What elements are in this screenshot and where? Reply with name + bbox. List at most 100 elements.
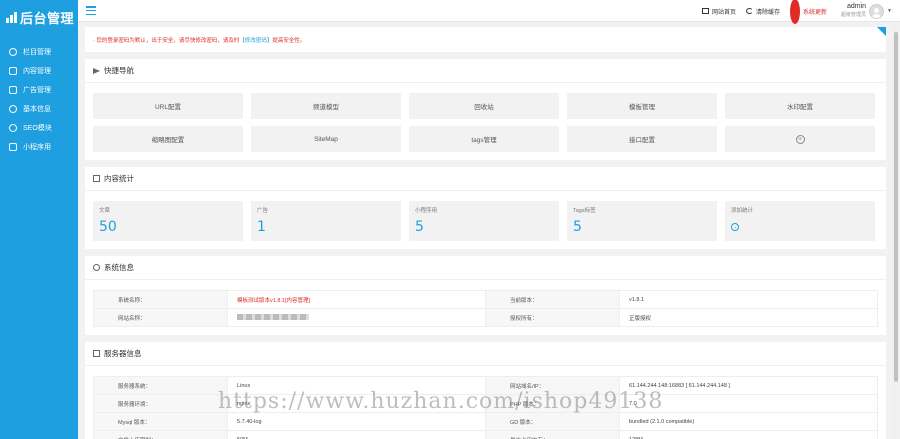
quick-nav-recycle-bin[interactable]: 回收站 xyxy=(409,93,559,119)
scrollbar-thumb[interactable] xyxy=(894,32,898,382)
stat-label: 小程序用 xyxy=(415,208,438,214)
redacted-text xyxy=(237,313,310,320)
stat-label: 添加统计 xyxy=(731,208,754,214)
sidebar-item-content[interactable]: 内容管理 xyxy=(0,61,78,80)
watermark: https://www.huzhan.com/ishop49138 xyxy=(218,389,664,414)
system-info-title: 系统信息 xyxy=(104,263,134,272)
sidebar-item-label: 栏目管理 xyxy=(23,48,51,56)
alert-suffix: 提高安全性。 xyxy=(272,37,306,44)
stat-tags[interactable]: Tags标签 5 xyxy=(567,201,717,241)
table-key: 授权所有： xyxy=(484,308,621,327)
sidebar-item-label: SEO模块 xyxy=(23,124,52,132)
sidebar-nav: 栏目管理 内容管理 广告管理 基本信息 SEO模块 小程序用 xyxy=(0,42,78,156)
layers-icon xyxy=(9,47,17,56)
scrollbar[interactable] xyxy=(892,22,900,439)
quick-nav-add-button[interactable]: + xyxy=(725,126,875,152)
top-links: 网站首页 清除缓存 系统更新 admin 超级管理员 ▼ xyxy=(701,0,892,24)
stat-value: 50 xyxy=(99,219,117,235)
table-key: 服务器环境： xyxy=(92,394,229,413)
site-name-value xyxy=(227,308,486,327)
alert-text: · 您的登录密码为默认，出于安全，请尽快修改密码，请及时 xyxy=(93,37,240,44)
chart-icon xyxy=(93,175,100,182)
main-content: · 您的登录密码为默认，出于安全，请尽快修改密码，请及时 【修改密码】 提高安全… xyxy=(85,27,886,439)
sidebar-item-column[interactable]: 栏目管理 xyxy=(0,42,78,61)
table-key: 文件上传限制： xyxy=(92,430,229,439)
quick-nav-channel-model[interactable]: 频道模型 xyxy=(251,93,401,119)
seo-icon xyxy=(9,123,17,132)
sidebar-item-seo[interactable]: SEO模块 xyxy=(0,118,78,137)
table-row: 文件上传限制： 50M 最大占用内存： 128M xyxy=(92,430,878,439)
megaphone-icon xyxy=(9,85,17,94)
stat-label: 文章 xyxy=(99,208,111,214)
server-info-title: 服务器信息 xyxy=(104,349,142,358)
table-value: 正版授权 xyxy=(619,308,878,327)
stat-value: 5 xyxy=(415,219,424,235)
table-row: 网站名称： 授权所有： 正版授权 xyxy=(92,308,878,327)
grid-icon xyxy=(9,142,17,151)
stat-value: 1 xyxy=(257,219,266,235)
logo-bars-icon xyxy=(6,11,17,23)
change-password-link[interactable]: 【修改密码】 xyxy=(239,36,272,44)
quick-nav-card: 快捷导航 URL配置 频道模型 回收站 模板管理 水印配置 缩略图配置 Site… xyxy=(85,59,886,160)
plus-icon: + xyxy=(795,134,805,144)
send-icon xyxy=(93,67,100,74)
table-key: 当前版本： xyxy=(484,290,621,309)
sidebar-item-label: 基本信息 xyxy=(23,105,51,113)
corner-fold-icon[interactable] xyxy=(877,27,886,36)
sidebar-item-label: 广告管理 xyxy=(23,86,51,94)
table-key: GD 版本： xyxy=(484,412,621,431)
user-name: admin xyxy=(846,3,867,10)
sidebar-item-label: 小程序用 xyxy=(23,143,51,151)
home-link-label: 网站首页 xyxy=(711,9,736,16)
avatar[interactable] xyxy=(869,3,885,19)
alert-icon xyxy=(790,0,801,24)
table-value: bundled (2.1.0 compatible) xyxy=(619,412,878,431)
gear-icon xyxy=(9,104,17,113)
user-text: admin 超级管理员 xyxy=(841,3,866,19)
password-alert: · 您的登录密码为默认，出于安全，请尽快修改密码，请及时 【修改密码】 提高安全… xyxy=(85,27,886,52)
sidebar-item-label: 内容管理 xyxy=(23,67,51,75)
sidebar-item-miniapp[interactable]: 小程序用 xyxy=(0,137,78,156)
quick-nav-url-config[interactable]: URL配置 xyxy=(93,93,243,119)
table-value: 50M xyxy=(227,430,486,439)
clear-cache-link[interactable]: 清除缓存 xyxy=(746,7,780,16)
stat-value: 5 xyxy=(573,219,582,235)
stats-card: 内容统计 文章 50 广告 1 小程序用 5 Tags标签 5 添加统计 xyxy=(85,167,886,249)
quick-nav-title: 快捷导航 xyxy=(104,66,134,75)
chevron-down-icon[interactable]: ▼ xyxy=(887,8,892,14)
document-icon xyxy=(9,66,17,75)
quick-nav-header: 快捷导航 xyxy=(85,59,886,83)
quick-nav-watermark-config[interactable]: 水印配置 xyxy=(725,93,875,119)
stat-add[interactable]: 添加统计 xyxy=(725,201,875,241)
stats-title: 内容统计 xyxy=(104,174,134,183)
system-name-value[interactable]: 模板测试版本v1.8.1[内容管理] xyxy=(227,290,486,309)
user-menu[interactable]: admin 超级管理员 ▼ xyxy=(841,3,892,19)
system-update-label: 系统更新 xyxy=(803,9,828,16)
stat-ads[interactable]: 广告 1 xyxy=(251,201,401,241)
stat-articles[interactable]: 文章 50 xyxy=(93,201,243,241)
stats-grid: 文章 50 广告 1 小程序用 5 Tags标签 5 添加统计 xyxy=(93,201,878,241)
quick-nav-sitemap[interactable]: SiteMap xyxy=(251,126,401,152)
home-link[interactable]: 网站首页 xyxy=(701,7,736,16)
table-key: 最大占用内存： xyxy=(484,430,621,439)
system-info-table: 系统名称： 模板测试版本v1.8.1[内容管理] 当前版本： v1.8.1 网站… xyxy=(92,290,878,327)
sidebar-item-ads[interactable]: 广告管理 xyxy=(0,80,78,99)
logo[interactable]: 后台管理 xyxy=(0,0,78,34)
sidebar-item-basic-info[interactable]: 基本信息 xyxy=(0,99,78,118)
menu-toggle-icon[interactable] xyxy=(86,6,96,16)
quick-nav-api-config[interactable]: 接口配置 xyxy=(567,126,717,152)
clear-cache-label: 清除缓存 xyxy=(756,9,781,16)
quick-nav-thumbnail-config[interactable]: 缩略图配置 xyxy=(93,126,243,152)
stat-miniapp[interactable]: 小程序用 5 xyxy=(409,201,559,241)
system-info-card: 系统信息 系统名称： 模板测试版本v1.8.1[内容管理] 当前版本： v1.8… xyxy=(85,256,886,335)
system-update-link[interactable]: 系统更新 xyxy=(790,0,827,24)
topbar: 网站首页 清除缓存 系统更新 admin 超级管理员 ▼ xyxy=(78,0,900,24)
refresh-icon xyxy=(746,8,753,14)
quick-nav-tags-manage[interactable]: tags管理 xyxy=(409,126,559,152)
table-value: 128M xyxy=(619,430,878,439)
table-key: 网站名称： xyxy=(92,308,229,327)
quick-nav-template-manage[interactable]: 模板管理 xyxy=(567,93,717,119)
stat-label: 广告 xyxy=(257,208,269,214)
table-row: 系统名称： 模板测试版本v1.8.1[内容管理] 当前版本： v1.8.1 xyxy=(92,290,878,309)
monitor-icon xyxy=(701,8,709,14)
